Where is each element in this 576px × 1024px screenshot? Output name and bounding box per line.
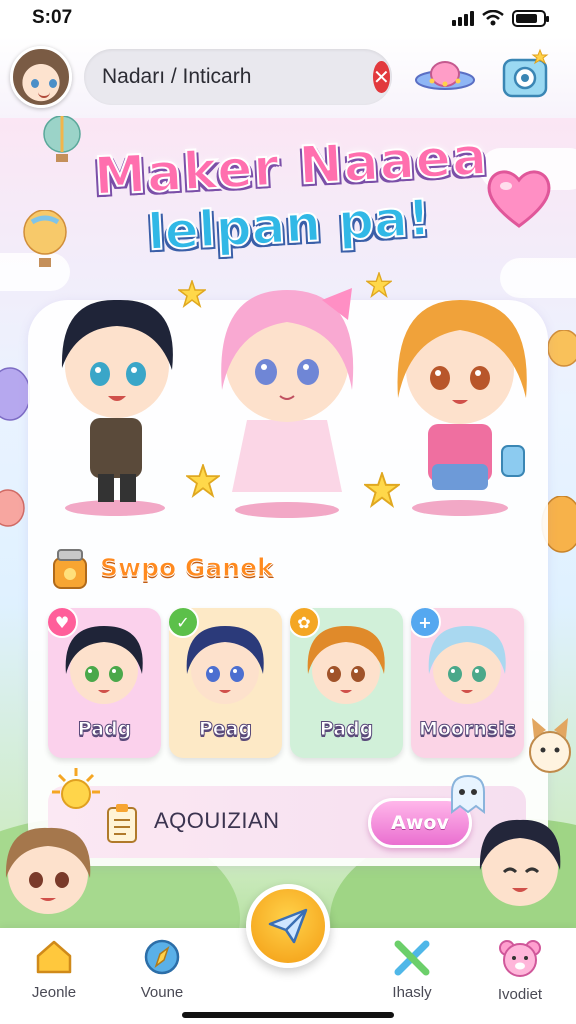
wifi-icon [482, 10, 504, 26]
header: ✕ [0, 36, 576, 118]
balloon-icon [0, 367, 30, 421]
character-card[interactable]: ♥ Padg [48, 608, 161, 758]
avatar-eye [49, 79, 57, 88]
battery-icon [512, 9, 549, 27]
jar-icon [53, 549, 87, 589]
ufo-icon[interactable] [414, 52, 476, 98]
status-bar: S:07 [0, 0, 576, 36]
sun-icon [52, 768, 100, 809]
character-pink-hair-girl[interactable] [202, 260, 372, 520]
nav-label: Jeonle [31, 984, 77, 1001]
create-fab-button[interactable] [246, 884, 330, 968]
tools-icon [394, 940, 430, 976]
status-time: S:07 [32, 7, 73, 28]
avatar-mouth [38, 92, 50, 98]
nav-label: Ivodiet [497, 986, 543, 1003]
card-label: Moornsis [418, 718, 517, 741]
search-input[interactable] [102, 65, 373, 89]
clipboard-icon [107, 804, 137, 843]
character-orange-hair-girl[interactable] [380, 278, 540, 518]
avatar[interactable] [10, 46, 72, 108]
character-card[interactable]: + Moornsis [411, 608, 524, 758]
avatar-eye [31, 79, 39, 88]
balloon-icon [547, 330, 576, 367]
nav-item-explore[interactable]: Voune [112, 938, 212, 1001]
card-label: Peag [198, 718, 253, 741]
character-corner-right [479, 819, 561, 906]
search-box[interactable]: ✕ [84, 49, 392, 105]
clear-icon[interactable]: ✕ [373, 61, 390, 93]
character-card[interactable]: ✓ Peag [169, 608, 282, 758]
status-icons [452, 9, 549, 27]
signal-icon [452, 10, 474, 26]
quiz-label: AQOUIZIAN [154, 808, 280, 833]
home-icon [36, 940, 72, 974]
cat-icon [529, 718, 571, 773]
character-corner-left [5, 827, 91, 914]
card-label: Padg [77, 718, 132, 741]
balloon-icon [23, 210, 67, 267]
nav-item-tools[interactable]: Ihasly [362, 938, 462, 1001]
nav-label: Voune [140, 984, 184, 1001]
balloon-icon [0, 489, 25, 527]
card-label: Padg [319, 718, 374, 741]
home-indicator [182, 1012, 394, 1018]
nav-item-home[interactable]: Jeonle [4, 938, 104, 1001]
compass-icon [144, 939, 180, 975]
paper-plane-icon [268, 908, 308, 944]
nav-item-profile[interactable]: Ivodiet [470, 938, 570, 1003]
camera-icon[interactable] [500, 48, 550, 100]
nav-label: Ihasly [392, 984, 432, 1001]
character-dark-hair-boy[interactable] [40, 278, 190, 518]
heart-icon [487, 170, 551, 228]
bear-icon [499, 940, 541, 977]
section-title: Swpo Ganek [100, 553, 275, 583]
character-card[interactable]: ✿ Padg [290, 608, 403, 758]
